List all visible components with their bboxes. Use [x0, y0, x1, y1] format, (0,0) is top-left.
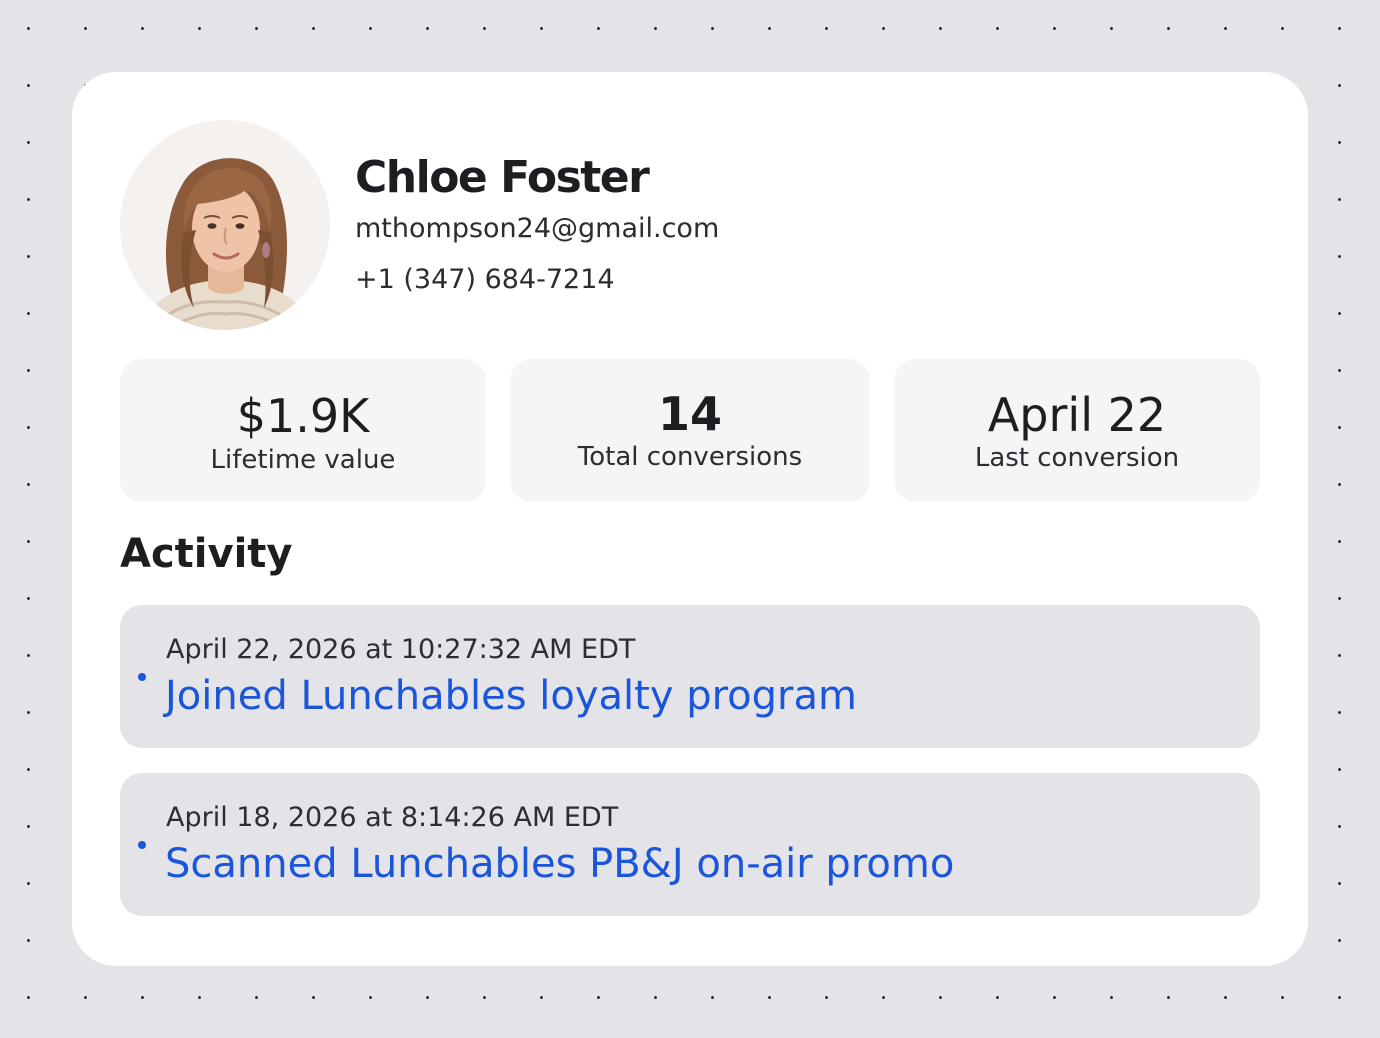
- stat-last-conversion: April 22 Last conversion: [894, 359, 1260, 502]
- stat-label: Total conversions: [577, 442, 803, 472]
- stat-value: 14: [657, 387, 722, 441]
- customer-email[interactable]: mthompson24@gmail.com: [355, 212, 719, 246]
- activity-timestamp: April 18, 2026 at 8:14:26 AM EDT: [166, 802, 619, 833]
- bullet-dot-icon: [138, 673, 146, 681]
- contact-details: Chloe Foster mthompson24@gmail.com +1 (3…: [355, 152, 719, 297]
- stat-total-conversions: 14 Total conversions: [510, 359, 870, 502]
- activity-title-link[interactable]: Joined Lunchables loyalty program: [165, 671, 857, 721]
- stat-value: April 22: [987, 388, 1167, 442]
- stat-label: Last conversion: [974, 443, 1180, 473]
- activity-timestamp: April 22, 2026 at 10:27:32 AM EDT: [166, 634, 636, 665]
- stats-row: $1.9K Lifetime value 14 Total conversion…: [120, 359, 1260, 502]
- customer-phone[interactable]: +1 (347) 684-7214: [355, 263, 719, 297]
- customer-name: Chloe Foster: [355, 152, 650, 203]
- customer-profile-card: Chloe Foster mthompson24@gmail.com +1 (3…: [72, 72, 1308, 966]
- avatar-photo: [120, 120, 330, 330]
- stat-label: Lifetime value: [210, 445, 396, 475]
- activity-title-link[interactable]: Scanned Lunchables PB&J on-air promo: [165, 839, 954, 889]
- avatar: [120, 120, 330, 330]
- bullet-dot-icon: [138, 841, 146, 849]
- stat-lifetime-value: $1.9K Lifetime value: [120, 359, 486, 502]
- stat-value: $1.9K: [236, 389, 370, 443]
- activity-item[interactable]: April 22, 2026 at 10:27:32 AM EDT Joined…: [120, 605, 1260, 748]
- activity-item[interactable]: April 18, 2026 at 8:14:26 AM EDT Scanned…: [120, 773, 1260, 916]
- activity-list: April 22, 2026 at 10:27:32 AM EDT Joined…: [120, 605, 1260, 941]
- activity-heading: Activity: [120, 531, 293, 577]
